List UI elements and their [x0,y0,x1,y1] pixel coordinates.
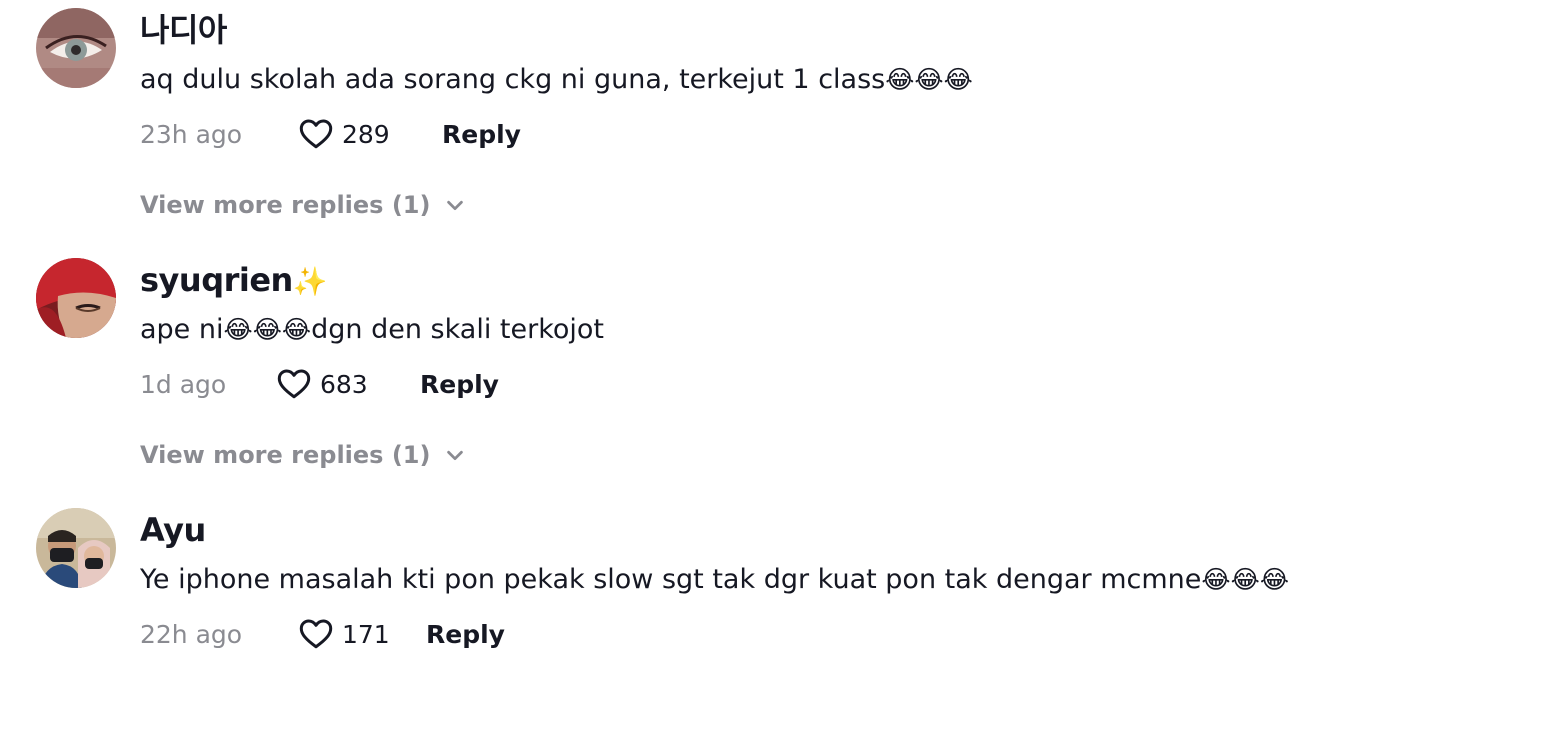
laughing-emoji-icon: 😂😂😂 [1201,565,1290,594]
reply-button[interactable]: Reply [442,120,521,149]
comment-timestamp: 23h ago [140,119,243,149]
comment-body: Ye iphone masalah kti pon pekak slow sgt… [140,564,1202,595]
view-more-replies-button[interactable]: View more replies (1) [140,433,466,477]
like-count: 289 [342,119,390,149]
like-button[interactable]: 289 [298,116,442,152]
view-more-replies-label: View more replies (1) [140,441,431,469]
comment-meta: 23h ago 289 Reply [140,108,521,160]
avatar-couple-photo-icon [36,508,116,588]
like-button[interactable]: 683 [276,366,420,402]
comment-text: Ye iphone masalah kti pon pekak slow sgt… [140,560,1289,600]
comment-meta: 22h ago 171 Reply [140,608,505,660]
comment-timestamp: 1d ago [140,369,227,399]
chevron-down-icon [447,450,464,461]
view-more-replies-button[interactable]: View more replies (1) [140,183,466,227]
username-text: 나디아 [140,11,227,49]
comment-body: aq dulu skolah ada sorang ckg ni guna, t… [140,64,886,95]
like-count: 683 [320,369,368,399]
heart-icon [299,119,333,149]
sparkles-icon: ✨ [292,265,328,298]
comment-text: aq dulu skolah ada sorang ckg ni guna, t… [140,60,973,100]
comment-item: syuqrien✨ ape ni😂😂😂dgn den skali terkojo… [0,250,1548,490]
chevron-down-icon [447,200,464,211]
avatar[interactable] [36,258,116,338]
comment-username[interactable]: syuqrien✨ [140,260,328,302]
heart-icon [299,619,333,649]
username-text: syuqrien [140,261,293,299]
avatar-red-headscarf-icon [36,258,116,338]
laughing-emoji-icon: 😂😂😂 [885,65,973,94]
avatar-eye-makeup-icon [36,8,116,88]
comment-username[interactable]: 나디아 [140,10,227,50]
like-button[interactable]: 171 [298,616,426,652]
reply-button[interactable]: Reply [420,370,499,399]
like-count: 171 [342,619,390,649]
comment-body-tail: dgn den skali terkojot [311,314,605,345]
comment-meta: 1d ago 683 Reply [140,358,499,410]
laughing-emoji-icon: 😂😂😂 [223,315,312,344]
comment-item: 나디아 aq dulu skolah ada sorang ckg ni gun… [0,0,1548,240]
comment-text: ape ni😂😂😂dgn den skali terkojot [140,310,604,350]
comment-username[interactable]: Ayu [140,510,206,550]
comment-body: ape ni [140,314,224,345]
avatar[interactable] [36,508,116,588]
username-text: Ayu [140,511,206,549]
heart-icon [277,369,311,399]
comment-timestamp: 22h ago [140,619,243,649]
view-more-replies-label: View more replies (1) [140,191,431,219]
avatar[interactable] [36,8,116,88]
comment-item: Ayu Ye iphone masalah kti pon pekak slow… [0,500,1548,740]
reply-button[interactable]: Reply [426,620,505,649]
